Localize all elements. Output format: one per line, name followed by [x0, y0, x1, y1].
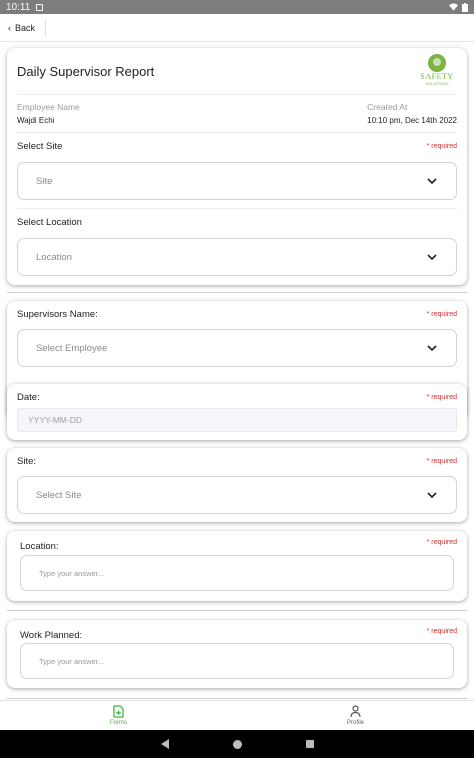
battery-icon [462, 2, 468, 12]
supervisor-label: Supervisors Name: [17, 309, 98, 320]
location-input-placeholder: Type your answer... [39, 568, 105, 578]
site-select-value: Site [36, 175, 53, 187]
date-label: Date: [17, 392, 40, 403]
page-title: Daily Supervisor Report [17, 64, 155, 79]
location-select[interactable]: Location [17, 238, 457, 276]
chevron-down-icon [426, 251, 438, 263]
site-card: Site: * required Select Site [7, 448, 467, 522]
status-bar: 10:11 [0, 0, 474, 14]
top-bar: ‹ Back [0, 14, 474, 42]
required-badge: * required [426, 394, 457, 401]
company-logo: SAFETY SOLUTIONS [417, 54, 457, 88]
system-nav-bar [0, 730, 474, 758]
employee-select-value: Select Employee [36, 342, 108, 354]
required-badge: * required [426, 539, 457, 546]
date-input-placeholder: YYYY-MM-DD [28, 415, 82, 425]
system-recents-icon[interactable] [305, 740, 314, 748]
system-home-icon[interactable] [232, 739, 242, 749]
system-back-icon[interactable] [160, 739, 169, 749]
work-planned-input-placeholder: Type your answer... [39, 656, 105, 666]
nav-profile[interactable]: Profile [237, 701, 474, 730]
nav-profile-label: Profile [346, 720, 364, 726]
nav-forms-label: Forms [110, 720, 127, 726]
work-planned-card: Work Planned: * required Type your answe… [7, 620, 467, 688]
employee-select[interactable]: Select Employee [17, 329, 457, 367]
required-badge: * required [426, 311, 457, 318]
chevron-down-icon [426, 342, 438, 354]
nav-forms[interactable]: Forms [0, 701, 237, 730]
location-label: Location: [20, 541, 59, 552]
wifi-icon [449, 3, 458, 11]
date-input[interactable]: YYYY-MM-DD [17, 408, 457, 432]
report-header-card: Daily Supervisor Report SAFETY SOLUTIONS… [7, 48, 467, 285]
location-input[interactable]: Type your answer... [20, 555, 454, 591]
select-location-label: Select Location [17, 217, 82, 228]
logo-text: SAFETY [420, 72, 454, 81]
work-planned-input[interactable]: Type your answer... [20, 643, 454, 679]
back-label: Back [15, 22, 36, 33]
site-divider [17, 208, 457, 209]
section-divider [7, 292, 467, 293]
meta-divider [17, 132, 457, 133]
profile-icon [350, 705, 361, 718]
employee-value: Wajdi Echi [17, 116, 55, 125]
notification-icon [36, 3, 44, 11]
back-button[interactable]: ‹ Back [8, 19, 47, 36]
site-label: Site: [17, 456, 37, 467]
work-planned-label: Work Planned: [20, 630, 83, 641]
select-site-label: Select Site [17, 141, 63, 152]
form-content[interactable]: Daily Supervisor Report SAFETY SOLUTIONS… [0, 42, 474, 700]
date-card: Date: * required YYYY-MM-DD [7, 384, 467, 440]
required-badge: * required [426, 628, 457, 635]
chevron-down-icon [426, 489, 438, 501]
status-time: 10:11 [6, 1, 31, 13]
site-dropdown[interactable]: Select Site [17, 476, 457, 514]
header-divider [17, 94, 457, 95]
chevron-left-icon: ‹ [8, 22, 11, 33]
logo-subtext: SOLUTIONS [425, 81, 449, 86]
employee-label: Employee Name [17, 102, 80, 112]
section-divider [7, 698, 467, 699]
required-badge: * required [426, 458, 457, 465]
forms-icon [113, 705, 124, 718]
created-info: Created At 10:10 pm, Dec 14th 2022 [367, 102, 457, 125]
required-badge: * required [426, 143, 457, 150]
site-dropdown-value: Select Site [36, 489, 82, 501]
location-select-value: Location [36, 251, 72, 263]
bottom-nav: Forms Profile [0, 700, 474, 730]
created-value: 10:10 pm, Dec 14th 2022 [367, 116, 457, 125]
location-card: Location: * required Type your answer... [7, 531, 467, 601]
employee-info: Employee Name Wajdi Echi [17, 102, 80, 125]
chevron-down-icon [426, 175, 438, 187]
section-divider [7, 610, 467, 611]
site-select[interactable]: Site [17, 162, 457, 200]
created-label: Created At [367, 102, 408, 112]
logo-leaf-icon [428, 54, 446, 72]
